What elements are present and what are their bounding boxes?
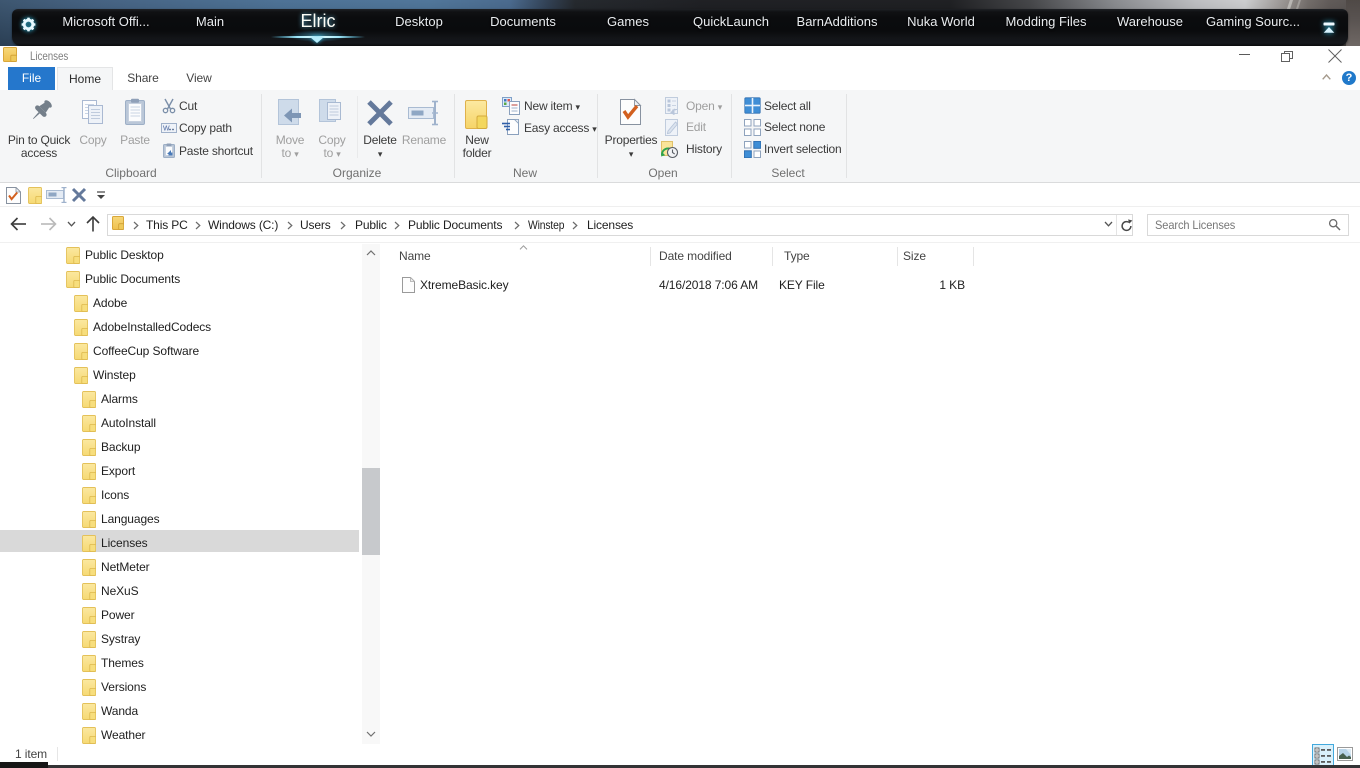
- svg-text:W: W: [163, 126, 170, 133]
